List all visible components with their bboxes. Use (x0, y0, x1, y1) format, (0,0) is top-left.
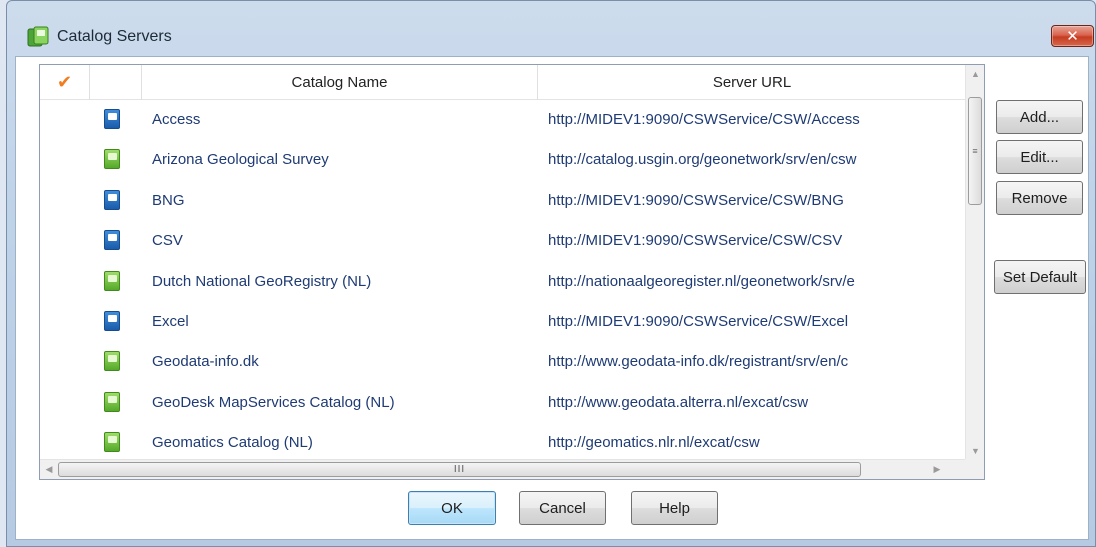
add-button[interactable]: Add... (996, 100, 1083, 134)
vertical-scrollbar[interactable]: ▲ ≡ ▼ (965, 65, 984, 460)
server-url: http://nationaalgeoregister.nl/geonetwor… (548, 272, 855, 290)
column-header-icon[interactable] (90, 65, 142, 100)
dialog-body: ✔ Catalog Name Server URL Access http://… (15, 56, 1089, 540)
blue-catalog-icon (104, 109, 120, 129)
blue-catalog-icon (104, 310, 120, 331)
green-catalog-icon (104, 149, 120, 170)
catalog-app-icon (27, 26, 49, 47)
catalog-servers-dialog: Catalog Servers ✕ ✔ Catalog Name Server … (6, 0, 1096, 547)
table-row[interactable]: Access http://MIDEV1:9090/CSWService/CSW… (40, 100, 966, 140)
green-catalog-icon (104, 432, 120, 453)
edit-button[interactable]: Edit... (996, 140, 1083, 174)
title-bar[interactable]: Catalog Servers ✕ (7, 1, 1095, 57)
catalog-name: BNG (152, 191, 185, 209)
blue-catalog-icon (104, 189, 120, 210)
window-title: Catalog Servers (57, 28, 172, 45)
column-header-catalog-name[interactable]: Catalog Name (142, 65, 538, 100)
green-catalog-icon (104, 351, 120, 372)
horizontal-scrollbar[interactable]: ◀ III ▶ (40, 459, 966, 479)
table-row[interactable]: Excel http://MIDEV1:9090/CSWService/CSW/… (40, 302, 966, 342)
server-url: http://www.geodata-info.dk/registrant/sr… (548, 353, 849, 371)
catalog-name: Geodata-info.dk (152, 353, 259, 371)
catalog-name: Excel (152, 312, 189, 330)
table-row[interactable]: Geodata-info.dk http://www.geodata-info.… (40, 342, 966, 382)
catalog-name: Access (152, 111, 201, 128)
table-row[interactable]: GeoDesk MapServices Catalog (NL) http://… (40, 383, 966, 423)
server-url: http://MIDEV1:9090/CSWService/CSW/Access (548, 111, 860, 128)
set-default-button[interactable]: Set Default (994, 260, 1086, 294)
scroll-down-arrow-icon[interactable]: ▼ (966, 442, 984, 460)
column-header-check[interactable]: ✔ (40, 65, 90, 100)
table-row[interactable]: CSV http://MIDEV1:9090/CSWService/CSW/CS… (40, 221, 966, 261)
catalog-name: CSV (152, 232, 183, 250)
server-url: http://geomatics.nlr.nl/excat/csw (548, 434, 760, 452)
table-row[interactable]: Dutch National GeoRegistry (NL) http://n… (40, 262, 966, 302)
table-header: ✔ Catalog Name Server URL (40, 65, 966, 100)
checkmark-icon: ✔ (56, 72, 73, 92)
vertical-scroll-thumb[interactable]: ≡ (968, 97, 982, 205)
ok-button[interactable]: OK (408, 491, 496, 525)
table-row[interactable]: BNG http://MIDEV1:9090/CSWService/CSW/BN… (40, 181, 966, 221)
catalog-table[interactable]: ✔ Catalog Name Server URL Access http://… (39, 64, 985, 480)
remove-button[interactable]: Remove (996, 181, 1083, 215)
cancel-button[interactable]: Cancel (519, 491, 606, 525)
scroll-left-arrow-icon[interactable]: ◀ (40, 460, 58, 479)
server-url: http://MIDEV1:9090/CSWService/CSW/BNG (548, 191, 844, 209)
catalog-name: Arizona Geological Survey (152, 151, 329, 169)
green-catalog-icon (104, 270, 120, 291)
server-url: http://MIDEV1:9090/CSWService/CSW/Excel (548, 312, 849, 330)
scroll-up-arrow-icon[interactable]: ▲ (966, 65, 984, 83)
scroll-right-arrow-icon[interactable]: ▶ (928, 460, 946, 479)
table-row[interactable]: Geomatics Catalog (NL) http://geomatics.… (40, 423, 966, 463)
server-url: http://catalog.usgin.org/geonetwork/srv/… (548, 151, 857, 169)
column-header-server-url[interactable]: Server URL (538, 65, 966, 100)
catalog-name: Geomatics Catalog (NL) (152, 434, 313, 452)
server-url: http://www.geodata.alterra.nl/excat/csw (548, 393, 809, 411)
table-rows: Access http://MIDEV1:9090/CSWService/CSW… (40, 100, 966, 464)
server-url: http://MIDEV1:9090/CSWService/CSW/CSV (548, 232, 843, 250)
catalog-name: GeoDesk MapServices Catalog (NL) (152, 393, 395, 411)
blue-catalog-icon (104, 230, 120, 251)
help-button[interactable]: Help (631, 491, 718, 525)
scrollbar-corner (965, 459, 984, 479)
green-catalog-icon (104, 391, 120, 412)
table-row[interactable]: Arizona Geological Survey http://catalog… (40, 140, 966, 180)
close-button[interactable]: ✕ (1051, 25, 1094, 47)
horizontal-scroll-thumb[interactable]: III (58, 462, 861, 477)
catalog-name: Dutch National GeoRegistry (NL) (152, 272, 372, 290)
